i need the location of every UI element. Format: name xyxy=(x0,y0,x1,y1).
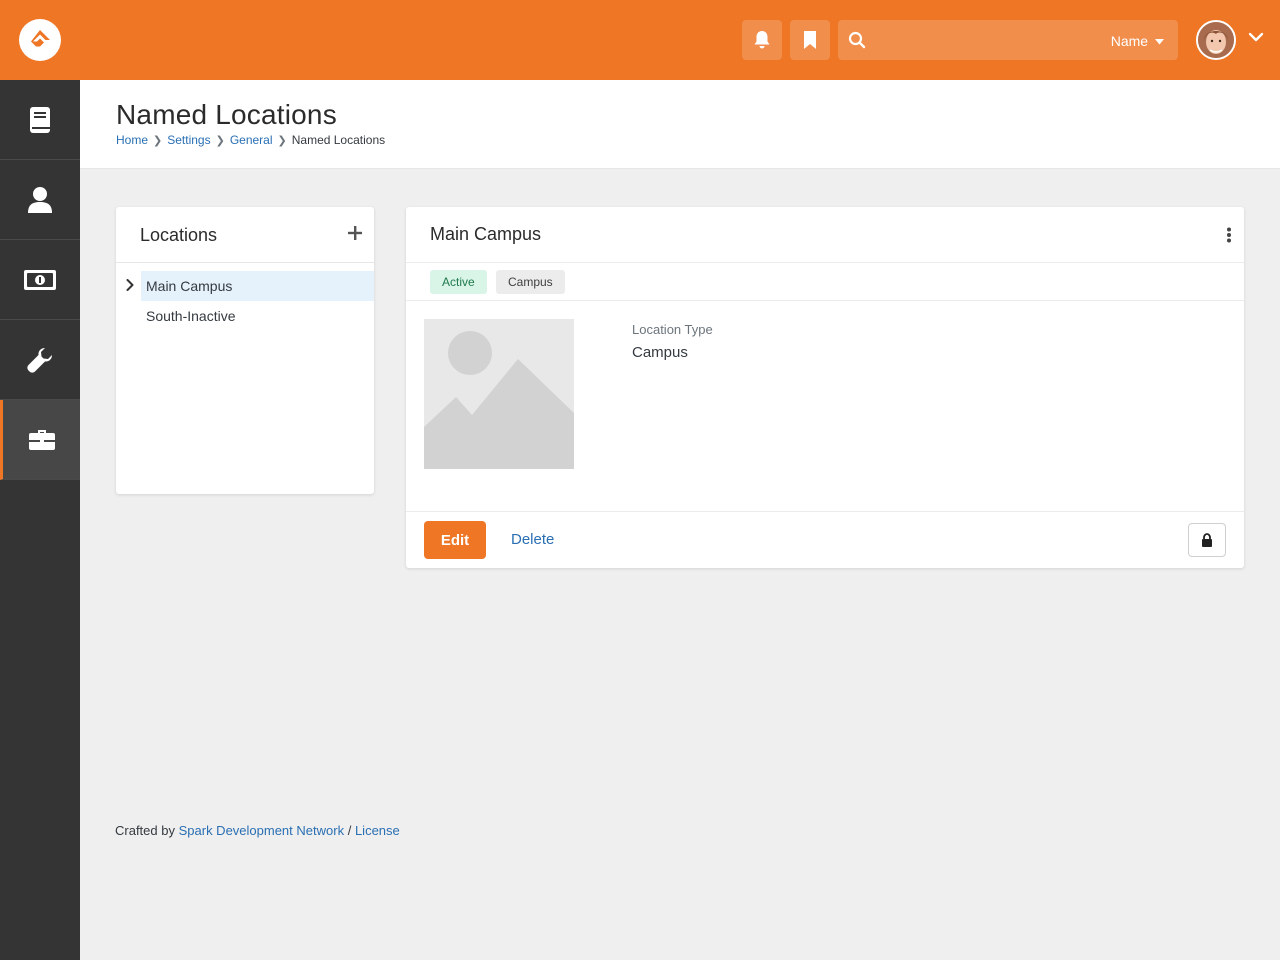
sidebar-item-finance[interactable] xyxy=(0,240,80,320)
label-bar: Active Campus xyxy=(406,263,1244,301)
tree-item-label[interactable]: South-Inactive xyxy=(141,301,374,331)
search-icon xyxy=(848,31,866,49)
search-box: Name xyxy=(838,20,1178,60)
tree-item-label[interactable]: Main Campus xyxy=(141,271,374,301)
breadcrumb-current: Named Locations xyxy=(291,133,386,147)
top-bar: Name xyxy=(0,0,1280,80)
chevron-down-icon[interactable] xyxy=(1248,32,1264,42)
location-type-label: Location Type xyxy=(632,322,713,337)
sidebar-item-admin[interactable] xyxy=(0,400,80,480)
bookmarks-button[interactable] xyxy=(790,20,830,60)
sidebar-item-tools[interactable] xyxy=(0,320,80,400)
breadcrumb-home[interactable]: Home xyxy=(116,133,148,147)
person-icon xyxy=(28,186,52,213)
search-scope-label: Name xyxy=(1110,33,1149,49)
status-badge: Active xyxy=(430,270,487,294)
breadcrumb: Home ❯ Settings ❯ General ❯ Named Locati… xyxy=(116,133,385,147)
kebab-menu-icon[interactable] xyxy=(1226,227,1232,243)
locations-panel-header: Locations xyxy=(116,207,374,263)
location-tree: Main Campus South-Inactive xyxy=(116,271,374,331)
chevron-right-icon: ❯ xyxy=(277,134,287,147)
search-scope-dropdown[interactable]: Name xyxy=(1111,33,1164,49)
license-link[interactable]: License xyxy=(355,823,400,838)
type-badge: Campus xyxy=(496,270,565,294)
image-placeholder xyxy=(424,319,574,469)
caret-down-icon xyxy=(1155,39,1164,45)
bookmark-icon xyxy=(804,31,816,49)
page-title: Named Locations xyxy=(116,99,337,130)
book-icon xyxy=(30,106,50,133)
chevron-right-icon[interactable] xyxy=(126,279,134,291)
delete-button[interactable]: Delete xyxy=(511,531,554,548)
edit-button[interactable]: Edit xyxy=(424,521,486,559)
avatar[interactable] xyxy=(1196,20,1236,60)
page-header: Named Locations Home ❯ Settings ❯ Genera… xyxy=(80,80,1280,169)
chevron-right-icon: ❯ xyxy=(153,134,163,147)
detail-title: Main Campus xyxy=(430,224,542,244)
page-footer: Crafted by Spark Development Network / L… xyxy=(115,823,400,838)
wrench-icon xyxy=(27,347,52,373)
breadcrumb-general[interactable]: General xyxy=(230,133,273,147)
location-type-value: Campus xyxy=(632,344,688,361)
money-icon xyxy=(24,269,56,290)
sidebar-item-content[interactable] xyxy=(0,80,80,160)
footer-separator: / xyxy=(347,823,352,838)
tree-item-south-inactive[interactable]: South-Inactive xyxy=(116,301,374,331)
spark-link[interactable]: Spark Development Network xyxy=(179,823,344,838)
detail-actions: Edit Delete xyxy=(406,511,1244,568)
locations-panel-title: Locations xyxy=(140,225,218,245)
security-button[interactable] xyxy=(1188,523,1226,557)
sidebar-item-people[interactable] xyxy=(0,160,80,240)
location-detail-panel: Main Campus Active Campus Location Type … xyxy=(406,207,1244,568)
breadcrumb-settings[interactable]: Settings xyxy=(167,133,210,147)
chevron-right-icon: ❯ xyxy=(215,134,225,147)
rock-logo-icon[interactable] xyxy=(19,19,61,61)
search-input[interactable] xyxy=(874,28,1094,52)
briefcase-icon xyxy=(28,429,55,450)
bell-icon xyxy=(754,31,770,49)
notifications-button[interactable] xyxy=(742,20,782,60)
detail-header: Main Campus xyxy=(406,207,1244,263)
lock-icon xyxy=(1202,533,1212,547)
footer-prefix: Crafted by xyxy=(115,823,175,838)
locations-panel: Locations Main Campus South-Inactive xyxy=(116,207,374,494)
plus-icon[interactable] xyxy=(348,224,362,244)
tree-item-main-campus[interactable]: Main Campus xyxy=(116,271,374,301)
sidebar xyxy=(0,80,80,960)
